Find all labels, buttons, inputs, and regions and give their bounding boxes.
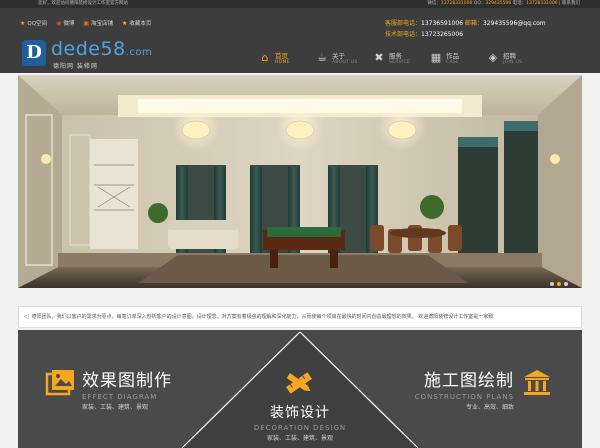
service-effect-diagram[interactable]: 效果图制作 EFFECT DIAGRAM 家装、工装、建筑、景观	[82, 366, 172, 411]
nav-sublabel: JOIN US	[503, 60, 523, 65]
service-keywords: 家装、工装、建筑、景观	[82, 404, 149, 411]
quicklink-weibo[interactable]: ◉ 微博	[56, 19, 74, 27]
service-subtitle: DECORATION DESIGN	[253, 424, 347, 432]
nav-label: 作品	[446, 52, 459, 60]
quick-links: ★ QQ空间 ◉ 微博 ▣ 淘宝店铺 ★ 收藏本页	[20, 19, 151, 27]
tel-label: 电话：	[511, 1, 527, 6]
contact-info: 微信：13728331006 QQ：329435596 电话：137283310…	[427, 0, 580, 8]
pencil-ruler-icon	[282, 368, 316, 402]
nav-item-about[interactable]: ☕ 关于 ABOUT US	[314, 48, 371, 76]
star-icon: ★	[122, 20, 128, 27]
taobao-icon: ▣	[83, 20, 89, 27]
nav-item-join[interactable]: ◈ 招聘 JOIN US	[485, 48, 542, 76]
wechat-number: 13728331006	[440, 1, 473, 6]
services-section: 效果图制作 EFFECT DIAGRAM 家装、工装、建筑、景观 装饰设计 DE…	[18, 330, 582, 448]
email-address[interactable]: 329435596@qq.com	[483, 20, 546, 27]
layers-icon: ◈	[488, 51, 498, 64]
contact-us-link[interactable]: | 联系我们	[558, 1, 580, 6]
hotline-line-2: 技术部电话：13723265006	[385, 29, 546, 40]
site-header: ★ QQ空间 ◉ 微博 ▣ 淘宝店铺 ★ 收藏本页 D dede58.com 德阳网 装…	[0, 8, 600, 73]
nav-sublabel: HOME	[275, 60, 290, 65]
coffee-icon: ☕	[317, 51, 327, 64]
quicklink-label: 淘宝店铺	[91, 21, 114, 27]
top-bar: 您好，欢迎访问德阳装修设计工作室官方网站 微信：13728331006 QQ：3…	[0, 0, 600, 8]
nav-label: 招聘	[503, 52, 516, 60]
weibo-icon: ◉	[56, 20, 62, 27]
qq-number: 329435596	[485, 1, 512, 6]
nav-item-case[interactable]: ▦ 作品 CASE	[428, 48, 485, 76]
slider-dot[interactable]	[550, 282, 554, 286]
service-keywords: 家装、工装、建筑、景观	[266, 435, 333, 442]
hotline-info: 客服部电话：13736591006 邮箱：329435596@qq.com 技术…	[385, 18, 546, 40]
logo-wordmark: dede58.com	[51, 38, 152, 60]
service-title: 效果图制作	[82, 371, 172, 391]
logo-word: dede	[51, 38, 101, 60]
nav-sublabel: CASE	[446, 60, 460, 65]
quicklink-qzone[interactable]: ★ QQ空间	[20, 19, 47, 27]
email-label: 邮箱：	[463, 20, 483, 27]
service-subtitle: EFFECT DIAGRAM	[82, 393, 158, 401]
scrolling-notice: ◁ 德阳团队，我们以客户的需求为原点，每笔订单深入剖析客户的设计意图，设计理念，对…	[18, 306, 582, 328]
qq-icon: ★	[20, 20, 26, 27]
hotline-line-1: 客服部电话：13736591006 邮箱：329435596@qq.com	[385, 18, 546, 29]
slider-dot-active[interactable]	[557, 282, 561, 286]
logo-badge-icon: D	[22, 40, 46, 66]
slider-dot[interactable]	[564, 282, 568, 286]
tech-phone: 13723265006	[421, 31, 464, 38]
service-phone: 13736591006	[421, 20, 464, 27]
qq-label: QQ：	[472, 1, 486, 6]
tel-number: 13728331006	[526, 1, 558, 6]
nav-item-home[interactable]: ⌂ 首页 HOME	[257, 48, 314, 76]
quicklink-label: 微博	[63, 21, 75, 27]
image-frame-icon	[44, 368, 76, 404]
service-decoration-design[interactable]: 装饰设计 DECORATION DESIGN 家装、工装、建筑、景观	[250, 402, 350, 442]
nav-sublabel: SERVICE	[389, 60, 411, 65]
wechat-label: 微信：	[427, 1, 441, 6]
logo-subtitle: 德阳网 装修网	[53, 63, 98, 70]
bank-building-icon	[522, 368, 552, 402]
service-title: 施工图绘制	[424, 371, 514, 391]
gallery-icon: ▦	[430, 51, 442, 64]
hero-banner[interactable]	[18, 75, 582, 288]
logo-number: 58	[100, 38, 126, 60]
speaker-icon: ◁	[24, 313, 29, 320]
nav-label: 服务	[389, 52, 402, 60]
main-nav: ⌂ 首页 HOME ☕ 关于 ABOUT US ✖ 服务 SERVICE ▦ 作…	[257, 48, 542, 76]
tools-icon: ✖	[374, 51, 384, 64]
welcome-text: 您好，欢迎访问德阳装修设计工作室官方网站	[38, 1, 128, 6]
site-logo[interactable]: D dede58.com 德阳网 装修网	[22, 38, 162, 70]
service-phone-label: 客服部电话：	[385, 20, 422, 27]
banner-interior-image	[18, 75, 582, 288]
service-keywords: 专业、高效、细致	[465, 404, 514, 411]
quicklink-favorite[interactable]: ★ 收藏本页	[122, 19, 151, 27]
logo-domain: .com	[125, 47, 153, 58]
notice-text: 德阳团队，我们以客户的需求为原点，每笔订单深入剖析客户的设计意图，设计理念，对方…	[31, 314, 494, 320]
home-icon: ⌂	[261, 51, 269, 64]
quicklink-taobao[interactable]: ▣ 淘宝店铺	[83, 19, 113, 27]
quicklink-label: QQ空间	[27, 21, 48, 27]
quicklink-label: 收藏本页	[129, 21, 152, 27]
nav-label: 关于	[332, 52, 345, 60]
tech-phone-label: 技术部电话：	[385, 31, 422, 38]
service-subtitle: CONSTRUCTION PLANS	[414, 393, 514, 401]
service-construction-plans[interactable]: 施工图绘制 CONSTRUCTION PLANS 专业、高效、细致	[410, 366, 514, 411]
service-title: 装饰设计	[270, 405, 330, 421]
nav-label: 首页	[275, 52, 288, 60]
nav-item-service[interactable]: ✖ 服务 SERVICE	[371, 48, 428, 76]
nav-sublabel: ABOUT US	[332, 60, 358, 65]
slider-dots	[550, 282, 568, 286]
